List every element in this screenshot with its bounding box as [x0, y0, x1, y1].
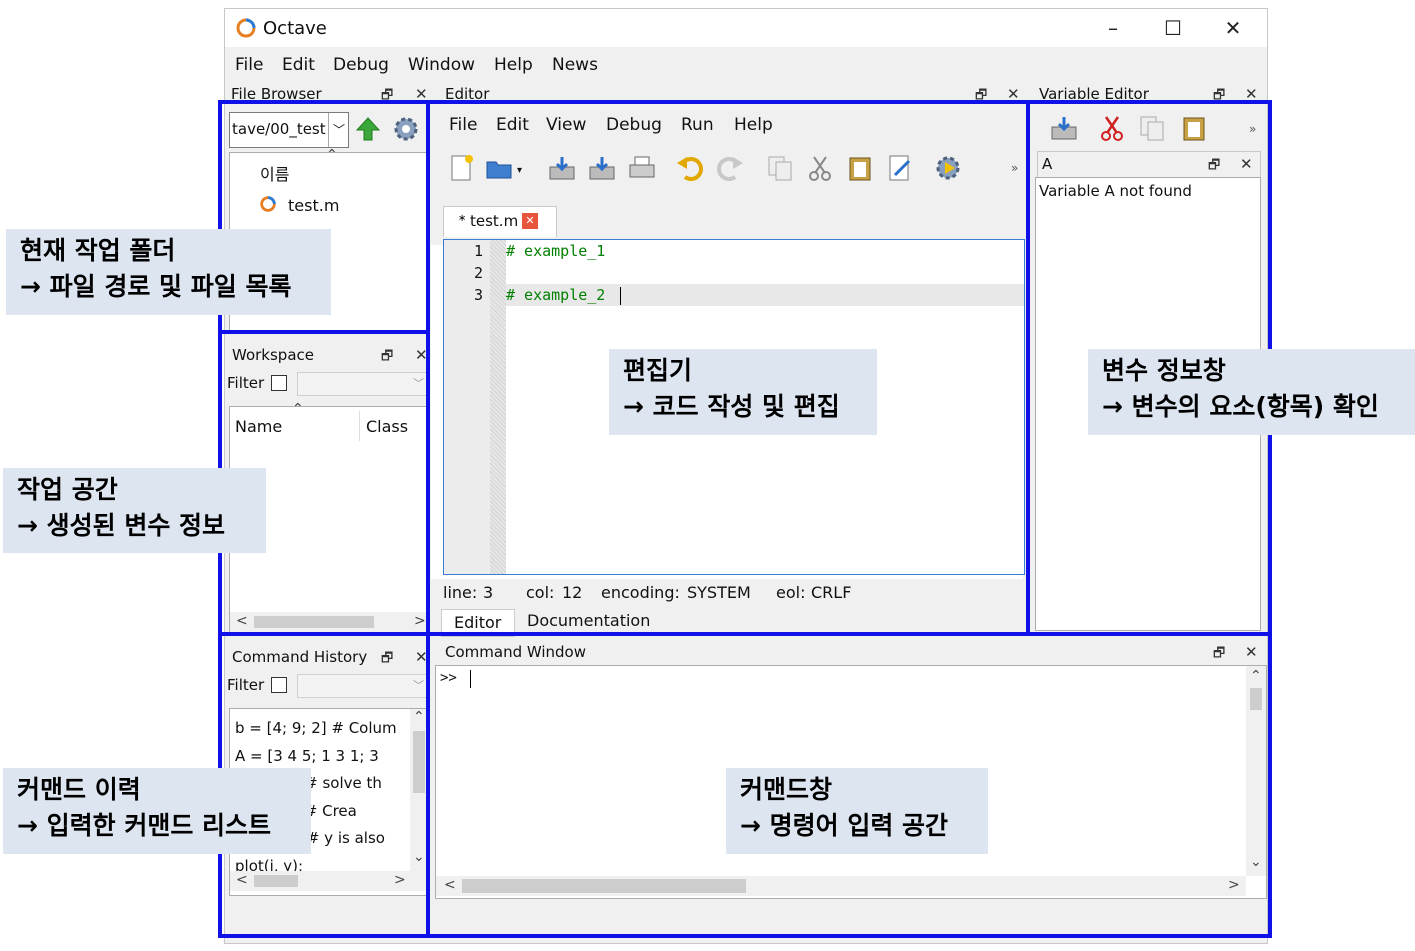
- annotation-editor: 편집기 → 코드 작성 및 편집: [609, 349, 877, 435]
- menu-edit[interactable]: Edit: [282, 55, 315, 75]
- maximize-button[interactable]: ☐: [1153, 13, 1193, 43]
- title-bar: Octave – ☐ ✕: [225, 9, 1267, 47]
- octave-logo-icon: [236, 18, 256, 38]
- annotation-title: 변수 정보창: [1102, 356, 1226, 385]
- menu-help[interactable]: Help: [494, 55, 533, 75]
- menu-debug[interactable]: Debug: [333, 55, 389, 75]
- annotation-description: → 코드 작성 및 편집: [623, 392, 840, 421]
- menu-file[interactable]: File: [235, 55, 263, 75]
- annotation-description: → 변수의 요소(항목) 확인: [1102, 392, 1379, 421]
- annotation-description: → 입력한 커맨드 리스트: [17, 811, 272, 840]
- annotation-file-browser: 현재 작업 폴더 → 파일 경로 및 파일 목록: [6, 229, 331, 315]
- minimize-button[interactable]: –: [1093, 13, 1133, 43]
- annotation-title: 현재 작업 폴더: [20, 236, 176, 265]
- menu-window[interactable]: Window: [408, 55, 475, 75]
- menu-news[interactable]: News: [552, 55, 598, 75]
- annotation-command-window: 커맨드창 → 명령어 입력 공간: [726, 768, 988, 854]
- close-button[interactable]: ✕: [1213, 13, 1253, 43]
- annotation-title: 커맨드창: [740, 775, 833, 804]
- annotation-workspace: 작업 공간 → 생성된 변수 정보: [3, 468, 266, 553]
- annotation-description: → 파일 경로 및 파일 목록: [20, 272, 292, 301]
- annotation-title: 커맨드 이력: [17, 775, 141, 804]
- annotation-variable-editor: 변수 정보창 → 변수의 요소(항목) 확인: [1088, 349, 1415, 435]
- annotation-title: 작업 공간: [17, 475, 118, 504]
- annotation-description: → 생성된 변수 정보: [17, 511, 226, 540]
- window-title: Octave: [263, 18, 327, 39]
- annotation-description: → 명령어 입력 공간: [740, 811, 949, 840]
- annotation-title: 편집기: [623, 356, 693, 385]
- annotation-command-history: 커맨드 이력 → 입력한 커맨드 리스트: [3, 768, 311, 854]
